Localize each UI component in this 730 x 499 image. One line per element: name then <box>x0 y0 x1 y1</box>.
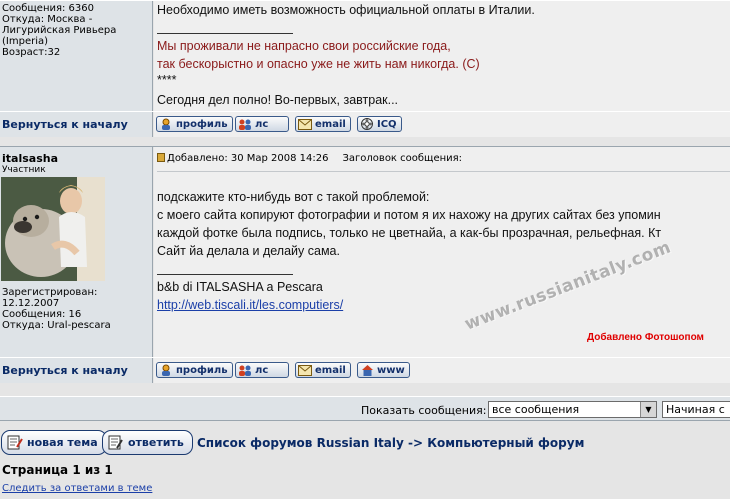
author-info-line: Сообщения: 6360 <box>2 3 95 14</box>
author-info-line: Откуда: Москва - <box>2 14 93 25</box>
globe-house-icon <box>360 364 374 376</box>
back-to-top-link[interactable]: Вернуться к началу <box>2 358 152 384</box>
display-controls: Показать сообщения: все сообщения ▼ Начи… <box>0 396 730 421</box>
post-text-line: Мы проживали не напрасно свои российские… <box>157 39 451 53</box>
profile-button-label: профиль <box>176 118 228 130</box>
reply-button[interactable]: ответить <box>102 430 193 455</box>
post-subject-label: Заголовок сообщения: <box>342 153 463 164</box>
pm-button-label: лс <box>255 118 269 130</box>
profile-button[interactable]: профиль <box>156 362 233 378</box>
author-rank: Участник <box>2 165 46 175</box>
pm-button[interactable]: лс <box>235 116 289 132</box>
back-to-top-link[interactable]: Вернуться к началу <box>2 112 152 138</box>
profile-icon <box>159 118 173 130</box>
reply-icon <box>107 435 125 451</box>
post-1-body: Необходимо иметь возможность официальной… <box>154 1 730 111</box>
author-info-line: Зарегистрирован: <box>2 287 98 298</box>
post-text-line: Сегодня дел полно! Во-первых, завтрак... <box>157 93 399 107</box>
show-messages-label: Показать сообщения: <box>361 404 487 417</box>
profile-button-label: профиль <box>176 364 228 376</box>
author-info-line: Откуда: Ural-pescara <box>2 320 111 331</box>
email-button[interactable]: email <box>295 116 351 132</box>
avatar <box>1 177 105 281</box>
icq-button[interactable]: ICQ <box>357 116 402 132</box>
author-info-line: Возраст:32 <box>2 47 61 58</box>
post-text-line: Сайт йа делала и делайу сама. <box>157 244 340 258</box>
new-topic-icon <box>6 435 24 451</box>
page-indicator: Страница 1 из 1 <box>2 463 113 477</box>
signature-link[interactable]: http://web.tiscali.it/les.computiers/ <box>157 296 343 314</box>
new-topic-button[interactable]: новая тема <box>1 430 107 455</box>
post-1-author-panel: Сообщения: 6360 Откуда: Москва - Лигурий… <box>0 1 153 111</box>
post-2-action-bar: Вернуться к началу профиль лс email www <box>0 357 730 383</box>
post-file-icon <box>157 153 165 162</box>
messages-filter-select[interactable]: все сообщения ▼ <box>488 401 657 418</box>
back-to-top-cell: Вернуться к началу <box>0 358 153 383</box>
signature-divider <box>157 33 293 34</box>
post-text-line: Необходимо иметь возможность официальной… <box>157 3 535 17</box>
post-text-line: каждой фотке была подпись, только не цве… <box>157 226 662 240</box>
profile-icon <box>159 364 173 376</box>
new-topic-label: новая тема <box>27 436 98 449</box>
envelope-icon <box>298 364 312 376</box>
post-date: Добавлено: 30 Мар 2008 14:26 <box>167 153 329 164</box>
users-icon <box>238 364 252 376</box>
icq-flower-icon <box>360 118 374 130</box>
messages-order-value: Начиная с <box>666 403 725 416</box>
post-2-buttons: профиль лс email www <box>154 358 730 383</box>
pm-button-label: лс <box>255 364 269 376</box>
forum-footer: новая тема ответить Список форумов Russi… <box>0 422 730 499</box>
pm-button[interactable]: лс <box>235 362 289 378</box>
post-1-buttons: профиль лс email ICQ <box>154 112 730 137</box>
dropdown-arrow-icon[interactable]: ▼ <box>640 402 656 417</box>
post-1-action-bar: Вернуться к началу профиль лс email ICQ <box>0 111 730 137</box>
post-text-line: с моего сайта копируют фотографии и пото… <box>157 208 661 222</box>
watch-topic-link[interactable]: Следить за ответами в теме <box>2 483 152 494</box>
email-button[interactable]: email <box>295 362 351 378</box>
reply-label: ответить <box>128 436 184 449</box>
icq-button-label: ICQ <box>377 118 397 130</box>
post-text-line: подскажите кто-нибудь вот с такой пробле… <box>157 190 430 204</box>
author-info-line: Лигурийская Ривьера <box>2 25 117 36</box>
photoshop-credit: Добавлено Фотошопом <box>587 332 704 343</box>
messages-filter-value: все сообщения <box>492 403 580 416</box>
breadcrumb[interactable]: Список форумов Russian Italy -> Компьюте… <box>197 436 584 450</box>
post-text-line: так бескорыстно и опасно уже не жить нам… <box>157 57 480 71</box>
author-info-line: Сообщения: 16 <box>2 309 82 320</box>
profile-button[interactable]: профиль <box>156 116 233 132</box>
author-info-line: 12.12.2007 <box>2 298 60 309</box>
post-2-body: Добавлено: 30 Мар 2008 14:26 Заголовок со… <box>154 147 730 357</box>
messages-order-select[interactable]: Начиная с <box>662 401 730 418</box>
author-info-line: (Imperia) <box>2 36 49 47</box>
envelope-icon <box>298 118 312 130</box>
post-1: Сообщения: 6360 Откуда: Москва - Лигурий… <box>0 0 730 111</box>
back-to-top-cell: Вернуться к началу <box>0 112 153 137</box>
signature-divider <box>157 274 293 275</box>
www-button[interactable]: www <box>357 362 410 378</box>
email-button-label: email <box>315 364 346 376</box>
email-button-label: email <box>315 118 346 130</box>
post-2: italsasha Участник Зарегистрирован: 12.1… <box>0 146 730 357</box>
users-icon <box>238 118 252 130</box>
post-2-author-panel: italsasha Участник Зарегистрирован: 12.1… <box>0 147 153 357</box>
signature-text: b&b di ITALSASHA a Pescara <box>157 280 323 294</box>
post-header: Добавлено: 30 Мар 2008 14:26 Заголовок со… <box>157 153 462 164</box>
post-text-line: **** <box>157 73 177 87</box>
www-button-label: www <box>377 364 405 376</box>
header-divider <box>157 171 730 172</box>
author-username[interactable]: italsasha <box>2 152 150 165</box>
